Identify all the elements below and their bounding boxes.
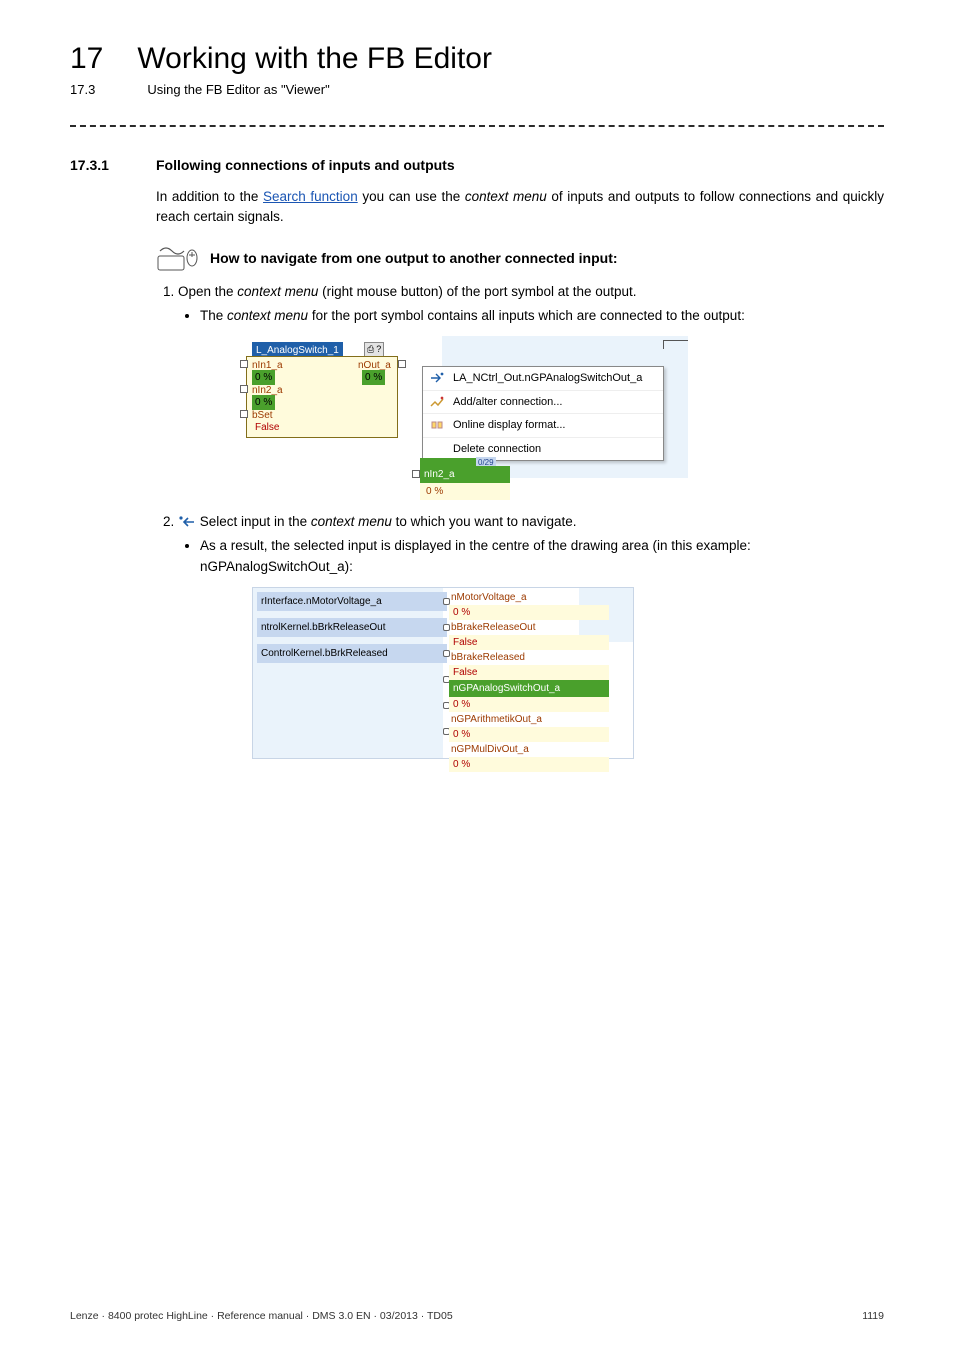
steps-list: Open the context menu (right mouse butto… (156, 282, 884, 759)
chapter-header: 17 Working with the FB Editor (70, 44, 884, 74)
ctx-item-1-label: LA_NCtrl_Out.nGPAnalogSwitchOut_a (453, 370, 642, 387)
figure-1-canvas: L_AnalogSwitch_1 ⎙ ? nIn1_a 0 % nIn2_a 0… (238, 336, 688, 506)
chapter-number: 17 (70, 44, 103, 74)
context-menu-item-display-format[interactable]: Online display format... (423, 414, 663, 438)
port-marker-bset[interactable] (240, 410, 248, 418)
connection-stub (663, 340, 688, 349)
intro-em: context menu (465, 189, 547, 204)
footer: Lenze · 8400 protec HighLine · Reference… (70, 1310, 884, 1322)
sig-4-val: 0 % (449, 697, 609, 712)
fig2-left-bg (253, 588, 443, 758)
section-title: Using the FB Editor as "Viewer" (147, 82, 329, 97)
step-1-bullet-em: context menu (227, 308, 308, 323)
subsection-title: Following connections of inputs and outp… (156, 157, 455, 173)
subsection-number: 17.3.1 (70, 157, 126, 173)
bg-strip (442, 336, 688, 350)
left-box-2: ntrolKernel.bBrkReleaseOut (257, 618, 447, 637)
body: In addition to the Search function you c… (156, 187, 884, 759)
below-block: nIn2_a 0 % (420, 466, 510, 500)
figure-2-canvas: rInterface.nMotorVoltage_a ntrolKernel.b… (252, 587, 634, 759)
ctx-item-3-label: Online display format... (453, 417, 566, 434)
footer-left: Lenze · 8400 protec HighLine · Reference… (70, 1310, 453, 1322)
howto-text: How to navigate from one output to anoth… (210, 250, 618, 266)
fb-toolbar-print-icon[interactable]: ⎙ (367, 343, 374, 357)
ctx-item-2-label: Add/alter connection... (453, 394, 562, 411)
page-number: 1119 (862, 1310, 884, 1322)
delete-connection-icon (429, 442, 445, 456)
below-port-value: 0 % (420, 483, 510, 500)
sig-1-name: nMotorVoltage_a (449, 590, 609, 605)
ctx-item-4-label: Delete connection (453, 441, 541, 458)
sig-2-name: bBrakeReleaseOut (449, 620, 609, 635)
step-1-sublist: The context menu for the port symbol con… (178, 306, 884, 326)
step-1: Open the context menu (right mouse butto… (178, 282, 884, 507)
port-marker-below[interactable] (412, 470, 420, 478)
sig-6-name: nGPMulDivOut_a (449, 742, 609, 757)
fb-toolbar-help-icon[interactable]: ? (376, 343, 381, 357)
below-block-header (420, 458, 480, 466)
left-box-1: rInterface.nMotorVoltage_a (257, 592, 447, 611)
context-menu-item-connection[interactable]: Add/alter connection... (423, 391, 663, 415)
intro-paragraph: In addition to the Search function you c… (156, 187, 884, 228)
page: 17 Working with the FB Editor 17.3 Using… (0, 0, 954, 1350)
step-2-em: context menu (311, 514, 392, 529)
chapter-title: Working with the FB Editor (137, 44, 492, 74)
context-menu-item-navigate[interactable]: LA_NCtrl_Out.nGPAnalogSwitchOut_a (423, 367, 663, 391)
sig-5-val: 0 % (449, 727, 609, 742)
step-1-bullet: The context menu for the port symbol con… (200, 306, 884, 326)
step-1-em: context menu (237, 284, 318, 299)
sig-1-val: 0 % (449, 605, 609, 620)
port-value-bset: False (252, 420, 282, 435)
port-marker-nin1[interactable] (240, 360, 248, 368)
intro-text-pre: In addition to the (156, 189, 263, 204)
navigate-icon (429, 371, 445, 385)
below-port-name: nIn2_a (420, 466, 510, 483)
step-2-pre: Select input in the (200, 514, 311, 529)
sig-3-val: False (449, 665, 609, 680)
nav-arrow-icon (178, 515, 196, 529)
sig-5-name: nGPArithmetikOut_a (449, 712, 609, 727)
step-1-post: (right mouse button) of the port symbol … (318, 284, 636, 299)
divider (70, 125, 884, 127)
add-connection-icon (429, 395, 445, 409)
port-marker-nin2[interactable] (240, 385, 248, 393)
signal-column: nMotorVoltage_a 0 % bBrakeReleaseOut Fal… (449, 590, 609, 772)
context-menu: LA_NCtrl_Out.nGPAnalogSwitchOut_a Add/al… (422, 366, 664, 461)
section-number: 17.3 (70, 82, 95, 97)
step-2-bullet: As a result, the selected input is displ… (200, 536, 884, 577)
step-2: Select input in the context menu to whic… (178, 512, 884, 759)
step-2-sublist: As a result, the selected input is displ… (178, 536, 884, 577)
step-1-bullet-pre: The (200, 308, 227, 323)
port-value-nout: 0 % (362, 370, 385, 385)
sig-6-val: 0 % (449, 757, 609, 772)
howto-row: How to navigate from one output to anoth… (156, 244, 884, 272)
step-1-bullet-post: for the port symbol contains all inputs … (308, 308, 745, 323)
left-box-3: ControlKernel.bBrkReleased (257, 644, 447, 663)
figure-2: rInterface.nMotorVoltage_a ntrolKernel.b… (178, 587, 884, 759)
step-1-pre: Open the (178, 284, 237, 299)
howto-icon (156, 244, 200, 272)
port-marker-nout[interactable] (398, 360, 406, 368)
display-format-icon (429, 418, 445, 432)
section-header: 17.3 Using the FB Editor as "Viewer" (70, 82, 884, 97)
step-2-post: to which you want to navigate. (392, 514, 577, 529)
subsection-header: 17.3.1 Following connections of inputs a… (70, 157, 884, 173)
sig-2-val: False (449, 635, 609, 650)
intro-text-mid: you can use the (358, 189, 465, 204)
sig-3-name: bBrakeReleased (449, 650, 609, 665)
sig-4-name-highlight: nGPAnalogSwitchOut_a (449, 680, 609, 697)
search-function-link[interactable]: Search function (263, 189, 358, 204)
figure-1: L_AnalogSwitch_1 ⎙ ? nIn1_a 0 % nIn2_a 0… (178, 336, 884, 506)
context-menu-item-delete[interactable]: Delete connection (423, 438, 663, 461)
